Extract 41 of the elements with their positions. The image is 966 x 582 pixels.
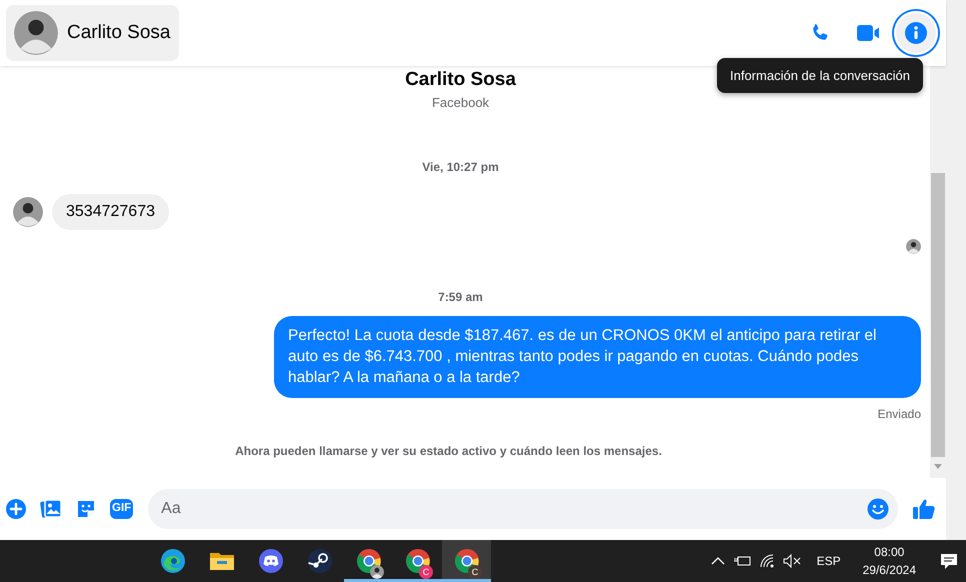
image-button[interactable] [40,498,62,520]
notifications-button[interactable] [940,552,958,570]
message-field[interactable]: Aa [148,489,898,529]
steam-icon [306,548,332,574]
message-status: Enviado [878,407,921,421]
info-button[interactable] [894,11,938,55]
battery-plug-icon[interactable] [732,554,751,568]
avatar [14,11,58,55]
scrollbar[interactable] [930,66,946,478]
timestamp: Vie, 10:27 pm [422,160,499,174]
video-camera-icon [856,22,880,44]
info-icon [904,21,928,45]
gif-button[interactable]: GIF [110,499,134,519]
sent-message: Perfecto! La cuota desde $187.467. es de un CRONOS 0KM el anticipo para retirar el auto es de $6.743.700 , mientras tanto podes ir pagando en cuotas. Cuándo podes hablar? A la mañana o a la tarde? [274,316,921,398]
timestamp: 7:59 am [438,290,483,304]
language-indicator[interactable]: ESP [816,554,841,568]
profile-badge: C [468,565,482,579]
wifi-icon[interactable] [758,553,775,569]
seen-avatar [906,239,921,254]
received-message: 3534727673 [52,194,169,230]
profile-badge: C [419,565,433,579]
profile-button[interactable]: Carlito Sosa [6,5,178,61]
plus-button[interactable] [5,498,27,520]
clock-time[interactable]: 08:00 [874,543,904,561]
contact-name: Carlito Sosa [405,69,516,91]
speaker-muted-icon[interactable] [782,554,801,568]
discord-icon [258,548,284,574]
profile-source: Facebook [432,95,490,110]
taskbar-app[interactable]: C [442,540,491,582]
avatar [13,197,43,227]
clock-date[interactable]: 29/6/2024 [862,561,916,579]
tooltip: Información de la conversación [717,58,923,93]
chevron-up-icon[interactable] [710,556,725,566]
edge-icon [160,548,186,574]
info-notice: Ahora pueden llamarse y ver su estado activo y cuándo leen los mensajes. [235,444,662,458]
sticker-button[interactable] [75,498,97,520]
profile-badge [370,565,384,579]
folder-icon [208,550,234,572]
contact-name: Carlito Sosa [67,22,170,44]
like-button[interactable] [912,497,936,521]
emoji-button[interactable] [867,498,889,520]
